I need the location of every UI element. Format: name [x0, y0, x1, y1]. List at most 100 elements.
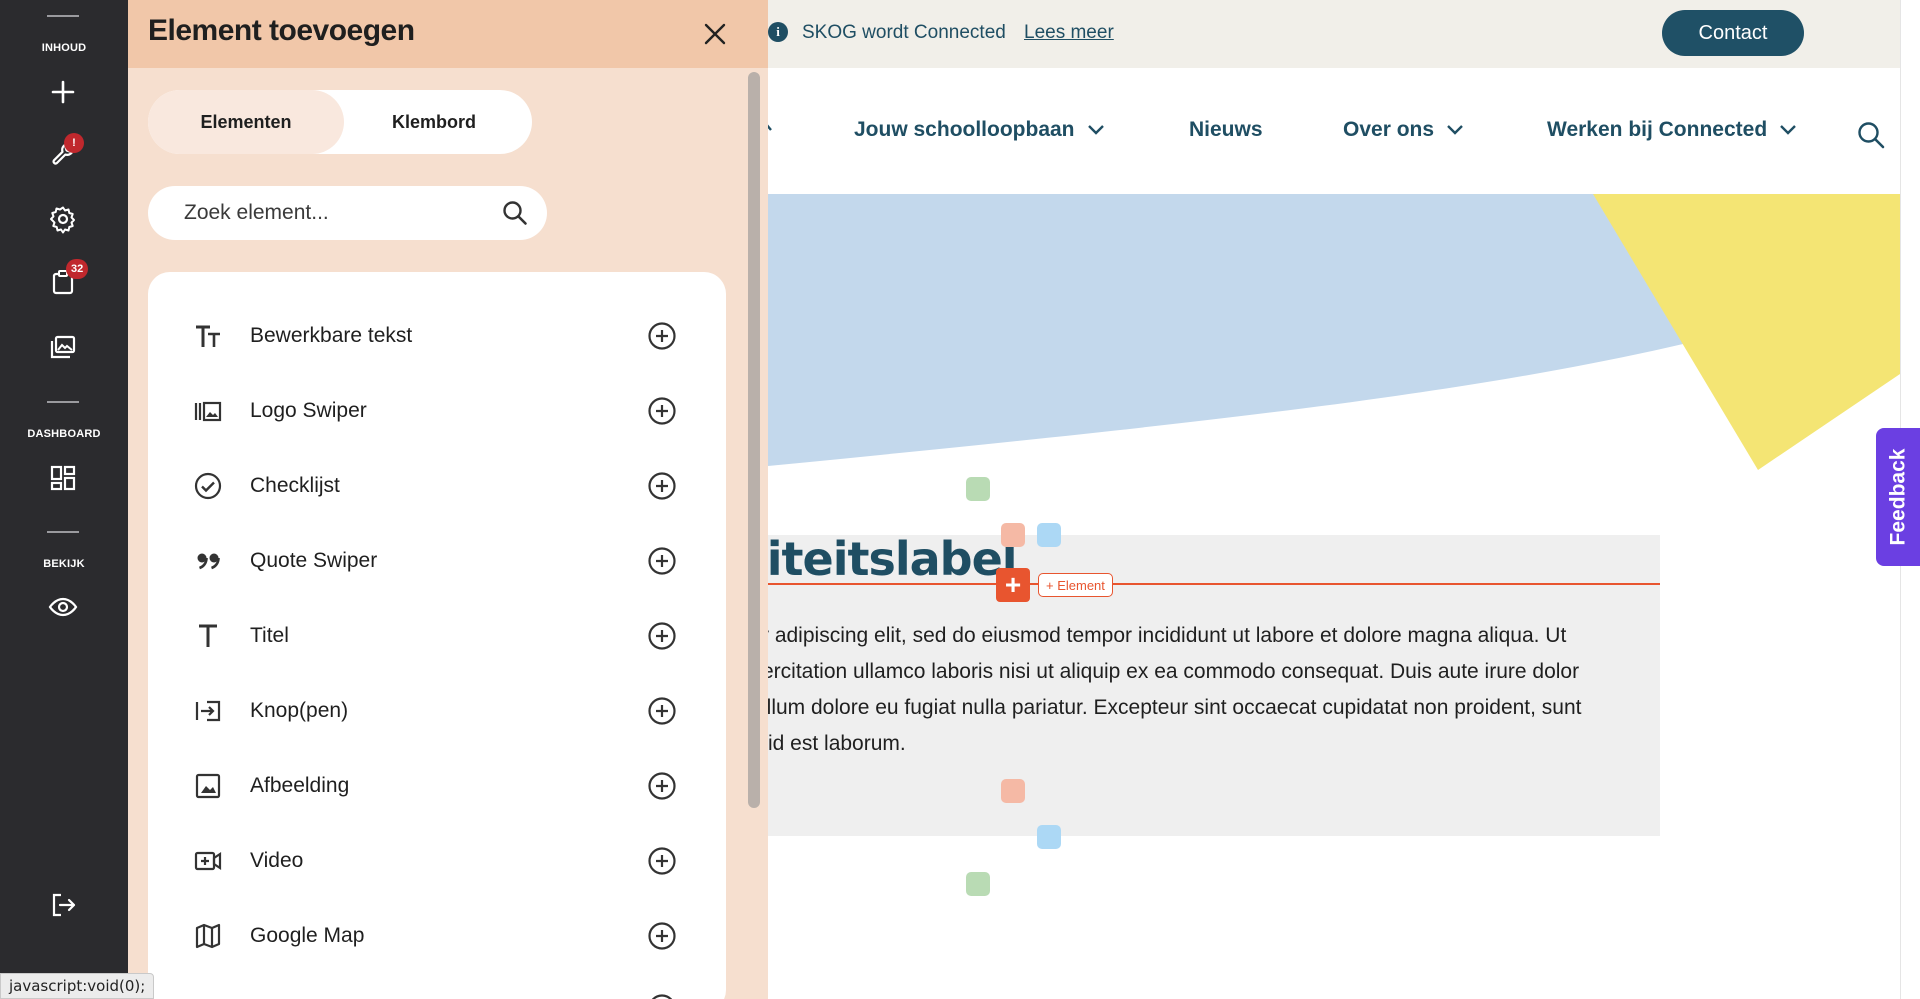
insert-element-tag[interactable]: + Element — [1038, 573, 1113, 597]
chevron-down-icon — [1780, 125, 1797, 135]
body-line: id est laborum. — [768, 732, 906, 755]
announcement-bar: i SKOG wordt Connected Lees meer Contact — [768, 0, 1900, 68]
list-item-label: Knop(pen) — [250, 699, 349, 722]
add-circle-icon[interactable] — [646, 920, 678, 952]
decor-dot-blue — [1037, 825, 1061, 849]
decor-dot-salmon — [1001, 779, 1025, 803]
feedback-label: Feedback — [1886, 448, 1910, 546]
website-preview: i SKOG wordt Connected Lees meer Contact… — [768, 0, 1920, 999]
sidebar-divider — [47, 15, 79, 17]
sidebar-section-bekijk: BEKIJK — [43, 558, 85, 570]
list-item-label: Bewerkbare tekst — [250, 324, 413, 347]
hero-blue-shape — [768, 194, 1728, 466]
tools-alert-badge: ! — [64, 133, 84, 153]
list-item-label: Afbeelding — [250, 774, 350, 797]
add-circle-icon[interactable] — [646, 992, 678, 999]
list-item-label: Checklijst — [250, 474, 340, 497]
main-nav: Jouw schoolloopbaan Nieuws Over ons Werk… — [768, 104, 1900, 154]
list-item-label: Titel — [250, 624, 289, 647]
list-item-label: Google Map — [250, 924, 365, 947]
decor-dot-green — [966, 477, 990, 501]
section-heading[interactable]: liteitslabel — [768, 532, 1018, 586]
body-line: r adipiscing elit, sed do eiusmod tempor… — [768, 624, 1567, 647]
list-item-knoppen[interactable]: Knop(pen) — [148, 681, 726, 741]
image-icon — [192, 770, 224, 802]
dashboard-grid-icon[interactable] — [44, 459, 82, 497]
info-icon: i — [768, 22, 788, 42]
add-circle-icon[interactable] — [646, 395, 678, 427]
title-icon — [192, 620, 224, 652]
panel-header: Element toevoegen — [128, 0, 768, 68]
nav-item-nieuws[interactable]: Nieuws — [1189, 118, 1263, 142]
list-item-afbeelding[interactable]: Afbeelding — [148, 756, 726, 816]
add-circle-icon[interactable] — [646, 695, 678, 727]
decor-dot-green — [966, 872, 990, 896]
add-circle-icon[interactable] — [646, 545, 678, 577]
nav-item-label: Over ons — [1343, 118, 1435, 141]
feedback-tab[interactable]: Feedback — [1876, 428, 1920, 566]
read-more-link[interactable]: Lees meer — [1024, 22, 1114, 44]
add-circle-icon[interactable] — [646, 320, 678, 352]
search-icon[interactable] — [501, 199, 529, 227]
add-element-panel: Element toevoegen Elementen Klembord Bew… — [128, 0, 768, 999]
cms-sidebar: INHOUD ! 32 DASHBOARD BEKIJK — [0, 0, 128, 999]
nav-item-label: Nieuws — [1189, 118, 1263, 141]
body-line: ercitation ullamco laboris nisi ut aliqu… — [768, 660, 1580, 683]
chevron-down-icon — [768, 124, 772, 131]
body-line: illum dolore eu fugiat nulla pariatur. E… — [768, 696, 1582, 719]
element-search-input[interactable] — [184, 201, 484, 225]
section-body-text[interactable]: r adipiscing elit, sed do eiusmod tempor… — [768, 618, 1662, 762]
element-list: Bewerkbare tekst Logo Swiper Checklijst … — [148, 272, 726, 999]
list-item-google-map[interactable]: Google Map — [148, 906, 726, 966]
search-icon[interactable] — [1856, 120, 1886, 150]
quote-icon — [192, 545, 224, 577]
element-search — [148, 186, 547, 240]
panel-title: Element toevoegen — [148, 14, 415, 47]
text-icon — [192, 320, 224, 352]
list-item-label: Quote Swiper — [250, 549, 378, 572]
panel-tabs: Elementen Klembord — [148, 90, 532, 154]
list-item-logo-swiper[interactable]: Logo Swiper — [148, 381, 726, 441]
tools-icon[interactable]: ! — [44, 133, 84, 173]
media-library-icon[interactable] — [44, 328, 82, 366]
gear-icon[interactable] — [44, 200, 82, 238]
list-item-titel[interactable]: Titel — [148, 606, 726, 666]
panel-scrollbar[interactable] — [748, 72, 760, 808]
list-item-video[interactable]: Video — [148, 831, 726, 891]
add-circle-icon[interactable] — [646, 770, 678, 802]
list-item-bewerkbare-tekst[interactable]: Bewerkbare tekst — [148, 306, 726, 366]
add-circle-icon[interactable] — [646, 620, 678, 652]
add-circle-icon[interactable] — [646, 845, 678, 877]
insert-plus-button[interactable]: + — [996, 568, 1030, 602]
clipboard-icon[interactable]: 32 — [44, 259, 89, 301]
add-circle-icon[interactable] — [646, 470, 678, 502]
nav-item-werken-bij[interactable]: Werken bij Connected — [1547, 118, 1797, 142]
nav-item-label: Jouw schoolloopbaan — [854, 118, 1075, 141]
contact-button[interactable]: Contact — [1662, 10, 1804, 56]
nav-item-over-ons[interactable]: Over ons — [1343, 118, 1464, 142]
list-item-checklijst[interactable]: Checklijst — [148, 456, 726, 516]
list-item-label: Video — [250, 849, 304, 872]
plus-icon[interactable] — [44, 73, 82, 111]
list-item-quote-swiper[interactable]: Quote Swiper — [148, 531, 726, 591]
decor-dot-salmon — [1001, 523, 1025, 547]
sidebar-section-inhoud: INHOUD — [41, 42, 87, 54]
logout-icon[interactable] — [44, 886, 82, 924]
close-icon[interactable] — [698, 17, 732, 51]
clipboard-count-badge: 32 — [66, 259, 89, 279]
logo-swiper-icon — [192, 395, 224, 427]
tab-klembord[interactable]: Klembord — [336, 90, 532, 154]
check-circle-icon — [192, 470, 224, 502]
hero-shapes — [768, 194, 1900, 470]
video-icon — [192, 845, 224, 877]
nav-item-schoolloopbaan[interactable]: Jouw schoolloopbaan — [854, 118, 1105, 142]
decor-dot-blue — [1037, 523, 1061, 547]
browser-status-bar: javascript:void(0); — [0, 973, 155, 999]
insert-guide-line — [768, 583, 1660, 585]
list-item-label: Logo Swiper — [250, 399, 367, 422]
eye-icon[interactable] — [44, 588, 82, 626]
button-icon — [192, 695, 224, 727]
chevron-down-icon — [1087, 125, 1104, 135]
sidebar-divider — [47, 401, 79, 403]
tab-elementen[interactable]: Elementen — [148, 90, 344, 154]
